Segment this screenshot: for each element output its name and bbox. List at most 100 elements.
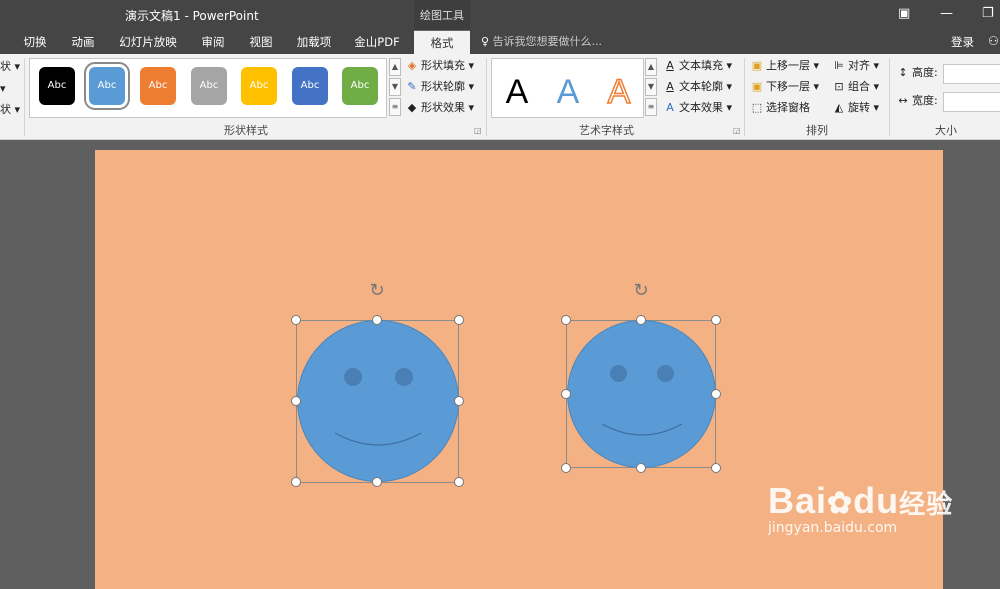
pen-icon: ✎ xyxy=(407,80,417,93)
shape-style-darkblue[interactable]: Abc xyxy=(292,67,328,105)
wordart-scroll-up[interactable]: ▲ xyxy=(645,58,657,76)
maximize-button[interactable]: ❐ xyxy=(982,6,994,21)
resize-handle[interactable] xyxy=(291,315,301,325)
resize-handle[interactable] xyxy=(561,315,571,325)
clipped-command-1[interactable]: 状 ▾ xyxy=(0,58,20,76)
resize-handle[interactable] xyxy=(372,477,382,487)
clipped-command-2[interactable]: ▾ xyxy=(0,80,6,98)
clipped-command-3[interactable]: 状 ▾ xyxy=(0,101,20,119)
paint-bucket-icon: ◈ xyxy=(407,59,417,72)
group-icon: ⊡ xyxy=(834,80,844,93)
resize-handle[interactable] xyxy=(561,463,571,473)
shape-style-black[interactable]: Abc xyxy=(39,67,75,105)
smiley-face-1[interactable] xyxy=(297,320,459,482)
title-bar: 演示文稿1 - PowerPoint 绘图工具 ▣ — ❐ xyxy=(0,0,1000,30)
selection-pane-icon: ⬚ xyxy=(751,101,763,114)
shape-styles-gallery: Abc Abc Abc Abc Abc Abc Abc xyxy=(29,58,387,118)
left-eye xyxy=(610,365,627,382)
dialog-launcher-icon[interactable]: ◲ xyxy=(733,126,741,135)
shape-style-orange[interactable]: Abc xyxy=(140,67,176,105)
shape-effects-button[interactable]: ◆ 形状效果 ▾ xyxy=(405,99,474,117)
group-separator xyxy=(889,58,890,136)
text-effects-button[interactable]: A 文本效果 ▾ xyxy=(663,99,732,117)
bring-forward-icon: ▣ xyxy=(751,59,763,72)
selection-pane-button[interactable]: ⬚ 选择窗格 xyxy=(750,99,810,117)
text-outline-icon: A xyxy=(666,80,674,93)
smile-mouth xyxy=(334,432,422,446)
resize-handle[interactable] xyxy=(454,477,464,487)
resize-handle[interactable] xyxy=(636,463,646,473)
gallery-scroll-down[interactable]: ▼ xyxy=(389,78,401,96)
user-icon[interactable]: ⚇ xyxy=(988,34,1000,50)
tab-slideshow[interactable]: 幻灯片放映 xyxy=(112,30,184,54)
tab-transitions[interactable]: 切换 xyxy=(14,30,56,54)
dialog-launcher-icon[interactable]: ◲ xyxy=(474,126,482,135)
text-effects-icon: A xyxy=(666,101,674,114)
right-eye xyxy=(657,365,674,382)
tab-animations[interactable]: 动画 xyxy=(62,30,104,54)
resize-handle[interactable] xyxy=(454,396,464,406)
wordart-more[interactable]: ≡ xyxy=(645,98,657,116)
window-title: 演示文稿1 - PowerPoint xyxy=(125,9,259,23)
shape-style-gray[interactable]: Abc xyxy=(191,67,227,105)
tell-me-box[interactable]: ♀ 告诉我您想要做什么... xyxy=(481,30,602,54)
smiley-face-2[interactable] xyxy=(567,320,716,468)
resize-handle[interactable] xyxy=(454,315,464,325)
shape-style-blue[interactable]: Abc xyxy=(84,62,130,110)
group-separator xyxy=(486,58,487,136)
bring-forward-button[interactable]: ▣ 上移一层 ▾ xyxy=(750,57,819,75)
watermark-logo: Bai✿du经验 xyxy=(768,480,954,521)
login-link[interactable]: 登录 xyxy=(951,30,974,54)
wordart-style-blue[interactable]: A xyxy=(545,67,591,117)
tab-view[interactable]: 视图 xyxy=(240,30,282,54)
shape-fill-button[interactable]: ◈ 形状填充 ▾ xyxy=(405,57,474,75)
wordart-style-black[interactable]: A xyxy=(494,67,540,117)
group-button[interactable]: ⊡ 组合 ▾ xyxy=(832,78,879,96)
gallery-more[interactable]: ≡ xyxy=(389,98,401,116)
resize-handle[interactable] xyxy=(711,389,721,399)
ribbon: 状 ▾ ▾ 状 ▾ Abc Abc Abc Abc Abc Abc Abc ▲ … xyxy=(0,54,1000,140)
shape-outline-button[interactable]: ✎ 形状轮廓 ▾ xyxy=(405,78,474,96)
text-fill-icon: A xyxy=(666,59,674,72)
gallery-scroll-up[interactable]: ▲ xyxy=(389,58,401,76)
shape-style-gold[interactable]: Abc xyxy=(241,67,277,105)
shape-styles-label: 形状样式 xyxy=(224,124,268,137)
width-label: ↔ 宽度: xyxy=(896,92,937,110)
tab-addins[interactable]: 加载项 xyxy=(288,30,340,54)
wordart-scroll-down[interactable]: ▼ xyxy=(645,78,657,96)
align-button[interactable]: ⊫ 对齐 ▾ xyxy=(832,57,879,75)
resize-handle[interactable] xyxy=(636,315,646,325)
resize-handle[interactable] xyxy=(291,477,301,487)
ribbon-display-options-icon[interactable]: ▣ xyxy=(898,6,910,21)
wordart-style-orange-outline[interactable]: A xyxy=(596,67,642,117)
text-fill-button[interactable]: A 文本填充 ▾ xyxy=(663,57,732,75)
resize-handle[interactable] xyxy=(711,315,721,325)
resize-handle[interactable] xyxy=(291,396,301,406)
tell-me-placeholder: 告诉我您想要做什么... xyxy=(492,35,603,48)
rotate-icon: ◭ xyxy=(834,101,844,114)
width-input[interactable] xyxy=(943,92,1000,112)
group-separator xyxy=(744,58,745,136)
tab-format[interactable]: 格式 xyxy=(414,30,470,54)
height-label: ↕ 高度: xyxy=(896,64,937,82)
minimize-button[interactable]: — xyxy=(940,6,953,21)
baidu-jingyan-watermark: Bai✿du经验 jingyan.baidu.com xyxy=(768,480,953,536)
left-eye xyxy=(344,368,362,386)
rotate-handle-icon[interactable]: ↻ xyxy=(631,282,651,300)
resize-handle[interactable] xyxy=(561,389,571,399)
right-eye xyxy=(395,368,413,386)
height-input[interactable] xyxy=(943,64,1000,84)
rotate-handle-icon[interactable]: ↻ xyxy=(367,282,387,300)
send-backward-button[interactable]: ▣ 下移一层 ▾ xyxy=(750,78,819,96)
resize-handle[interactable] xyxy=(372,315,382,325)
tab-jinshan-pdf[interactable]: 金山PDF xyxy=(348,30,406,54)
smile-mouth xyxy=(601,423,683,436)
resize-handle[interactable] xyxy=(711,463,721,473)
rotate-button[interactable]: ◭ 旋转 ▾ xyxy=(832,99,879,117)
text-outline-button[interactable]: A 文本轮廓 ▾ xyxy=(663,78,732,96)
shape-effects-icon: ◆ xyxy=(407,101,417,114)
tab-review[interactable]: 审阅 xyxy=(192,30,234,54)
shape-style-green[interactable]: Abc xyxy=(342,67,378,105)
lightbulb-icon: ♀ xyxy=(481,35,490,48)
size-label: 大小 xyxy=(935,124,957,137)
